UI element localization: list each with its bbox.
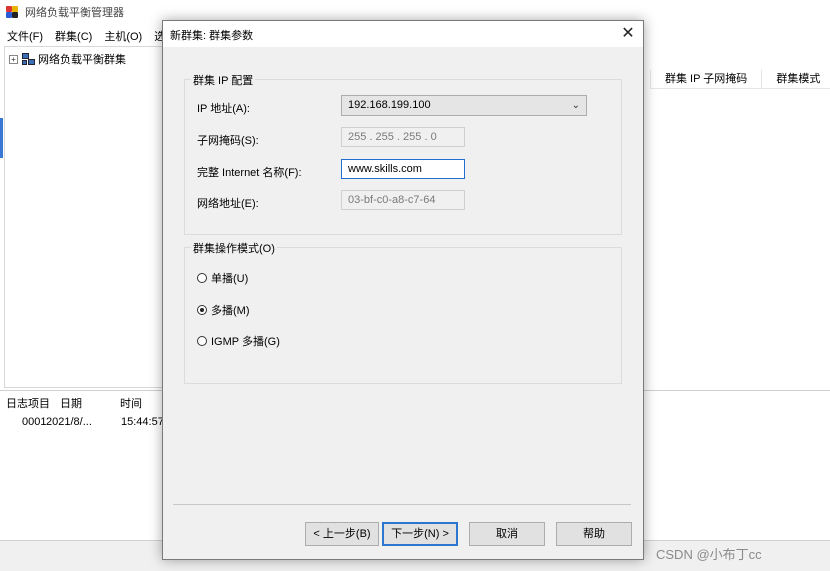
next-button[interactable]: 下一步(N) > (382, 522, 458, 546)
cluster-list-header: 群集 IP 子网掩码 群集模式 (650, 70, 830, 89)
log-header: 日志项目 日期 时间 (6, 395, 160, 411)
group-title-ip: 群集 IP 配置 (191, 72, 256, 88)
column-subnet-mask[interactable]: 群集 IP 子网掩码 (650, 70, 761, 88)
help-button[interactable]: 帮助 (556, 522, 632, 546)
log-entry-id: 0001 (22, 416, 47, 428)
radio-igmp-dot[interactable] (197, 336, 207, 346)
column-log-entry[interactable]: 日志项目 (6, 395, 60, 411)
group-title-mode: 群集操作模式(O) (191, 240, 277, 256)
table-row[interactable]: 0001 2021/8/... 15:44:57 (22, 416, 171, 428)
radio-unicast-label: 单播(U) (211, 273, 249, 285)
fqdn-label: 完整 Internet 名称(F): (197, 167, 302, 179)
radio-multicast-dot[interactable] (197, 305, 207, 315)
column-cluster-mode[interactable]: 群集模式 (761, 70, 830, 88)
cancel-button[interactable]: 取消 (469, 522, 545, 546)
cluster-tree-pane[interactable]: + 网络负载平衡群集 (4, 46, 164, 388)
tree-item-label: 网络负载平衡群集 (38, 54, 126, 66)
log-date: 2021/8/... (46, 416, 92, 428)
selection-indicator (0, 118, 3, 158)
radio-multicast[interactable]: 多播(M) (197, 302, 250, 318)
menu-file[interactable]: 文件(F) (6, 28, 44, 44)
network-address-field: 03-bf-c0-a8-c7-64 (341, 190, 465, 210)
radio-igmp-multicast[interactable]: IGMP 多播(G) (197, 333, 280, 349)
menubar: 文件(F) 群集(C) 主机(O) 选 (6, 28, 166, 44)
radio-unicast-dot[interactable] (197, 273, 207, 283)
ip-address-label: IP 地址(A): (197, 103, 250, 115)
fqdn-input[interactable]: www.skills.com (341, 159, 465, 179)
cluster-parameters-dialog: 新群集: 群集参数 ✕ 群集 IP 配置 IP 地址(A): 192.168.1… (162, 20, 644, 560)
radio-unicast[interactable]: 单播(U) (197, 270, 248, 286)
dialog-separator (173, 504, 631, 505)
dialog-titlebar: 新群集: 群集参数 ✕ (163, 21, 643, 47)
csdn-watermark: CSDN @小布丁cc (656, 547, 762, 562)
ip-address-combobox[interactable]: 192.168.199.100 ⌄ (341, 95, 587, 116)
chevron-down-icon[interactable]: ⌄ (572, 96, 580, 115)
network-address-label: 网络地址(E): (197, 198, 259, 210)
back-button[interactable]: < 上一步(B) (305, 522, 379, 546)
ip-address-value: 192.168.199.100 (348, 99, 431, 111)
menu-cluster[interactable]: 群集(C) (54, 28, 93, 44)
radio-igmp-label: IGMP 多播(G) (211, 336, 280, 348)
subnet-mask-label: 子网掩码(S): (197, 135, 259, 147)
tree-item-nlb-clusters[interactable]: + 网络负载平衡群集 (9, 51, 126, 67)
menu-host[interactable]: 主机(O) (103, 28, 143, 44)
subnet-mask-field: 255 . 255 . 255 . 0 (341, 127, 465, 147)
dialog-title: 新群集: 群集参数 (170, 30, 254, 42)
cluster-icon (22, 53, 35, 65)
radio-multicast-label: 多播(M) (211, 305, 250, 317)
column-time[interactable]: 时间 (120, 395, 160, 411)
app-titlebar: 网络负载平衡管理器 (6, 4, 124, 20)
expand-icon[interactable]: + (9, 54, 18, 64)
close-icon[interactable]: ✕ (617, 23, 639, 45)
column-date[interactable]: 日期 (60, 395, 120, 411)
app-title: 网络负载平衡管理器 (25, 7, 124, 19)
nlb-app-icon (6, 5, 19, 19)
